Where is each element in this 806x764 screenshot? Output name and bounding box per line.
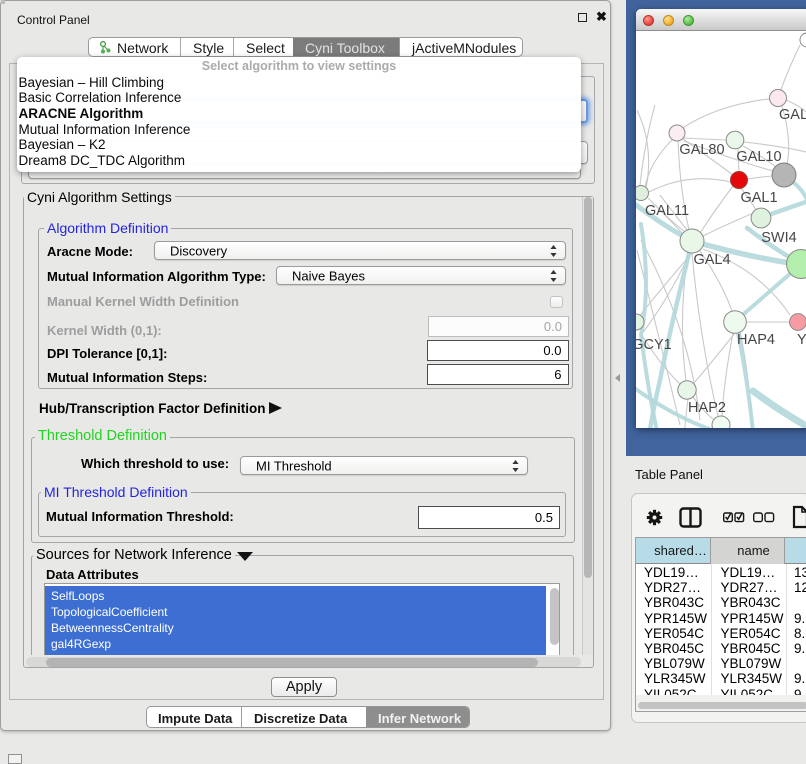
svg-text:GAL4: GAL4 bbox=[693, 252, 730, 268]
svg-text:GAL10: GAL10 bbox=[736, 149, 781, 165]
svg-text:GAL80: GAL80 bbox=[679, 142, 724, 158]
svg-text:SWI4: SWI4 bbox=[761, 230, 796, 246]
svg-text:Y: Y bbox=[797, 332, 806, 348]
svg-text:GCY1: GCY1 bbox=[636, 337, 672, 353]
svg-text:HAP2: HAP2 bbox=[688, 400, 726, 416]
svg-text:GAL11: GAL11 bbox=[645, 203, 689, 219]
svg-text:GAL1: GAL1 bbox=[740, 190, 777, 206]
svg-text:GAL: GAL bbox=[779, 107, 806, 123]
svg-text:HAP4: HAP4 bbox=[737, 332, 775, 348]
